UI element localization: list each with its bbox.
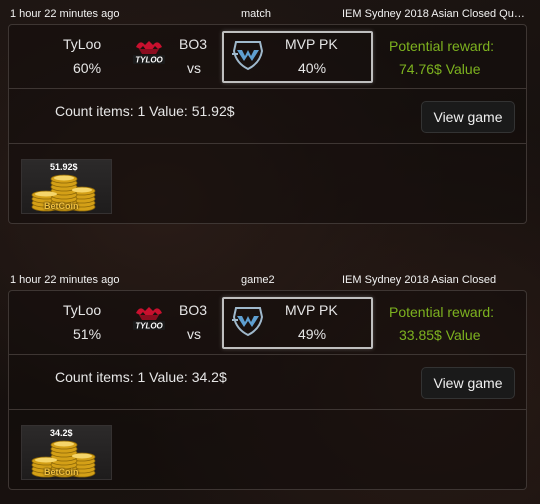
bet-meta: 1 hour 22 minutes ago game2 IEM Sydney 2…: [0, 266, 540, 290]
items-row: 34.2$ BetCoin: [9, 411, 526, 489]
tyloo-logo-icon: TYLOO: [133, 307, 165, 331]
team-b-name: MVP PK: [285, 36, 338, 52]
mvp-pk-logo-icon: [232, 307, 264, 337]
vs-label: vs: [187, 60, 201, 76]
team-b-percent: 49%: [298, 326, 327, 342]
team-a-name: TyLoo: [63, 36, 102, 52]
event-name: IEM Sydney 2018 Asian Closed Qualifier: [342, 8, 528, 20]
team-b-percent: 40%: [298, 60, 327, 76]
items-summary: Count items: 1 Value: 51.92$: [55, 103, 235, 119]
team-a-percent: 51%: [73, 326, 102, 342]
vs-label: vs: [187, 326, 201, 342]
bet-type: game2: [241, 274, 275, 286]
item-price: 51.92$: [50, 162, 78, 172]
match-format: BO3: [179, 36, 208, 52]
team-b-selected: MVP PK 40%: [222, 31, 373, 83]
bet-entry: 1 hour 22 minutes ago game2 IEM Sydney 2…: [0, 266, 540, 490]
potential-reward-label: Potential reward:: [389, 38, 495, 54]
svg-text:TYLOO: TYLOO: [135, 56, 163, 65]
item-tile[interactable]: 51.92$ BetCoin: [21, 159, 112, 214]
bet-card: TyLoo 51% TYLOO BO3 vs MVP PK 49% Potent…: [8, 290, 527, 490]
items-row: 51.92$ BetCoin: [9, 145, 526, 223]
team-b-name: MVP PK: [285, 302, 338, 318]
summary-row: Count items: 1 Value: 51.92$ View game: [9, 90, 526, 144]
view-game-button[interactable]: View game: [421, 101, 515, 133]
item-tile[interactable]: 34.2$ BetCoin: [21, 425, 112, 480]
mvp-pk-logo-icon: [232, 41, 264, 71]
bet-entry: 1 hour 22 minutes ago match IEM Sydney 2…: [0, 0, 540, 224]
potential-reward-value: 74.76$ Value: [399, 61, 481, 77]
svg-text:TYLOO: TYLOO: [135, 322, 163, 331]
bet-meta: 1 hour 22 minutes ago match IEM Sydney 2…: [0, 0, 540, 24]
team-b-selected: MVP PK 49%: [222, 297, 373, 349]
bet-time: 1 hour 22 minutes ago: [10, 274, 120, 286]
summary-row: Count items: 1 Value: 34.2$ View game: [9, 356, 526, 410]
bet-card: TyLoo 60% TYLOO BO3 vs MVP PK 40% Potent…: [8, 24, 527, 224]
bet-type: match: [241, 8, 271, 20]
item-name: BetCoin: [44, 201, 79, 211]
item-name: BetCoin: [44, 467, 79, 477]
team-a-percent: 60%: [73, 60, 102, 76]
potential-reward-label: Potential reward:: [389, 304, 495, 320]
tyloo-logo-icon: TYLOO: [133, 41, 165, 65]
potential-reward-value: 33.85$ Value: [399, 327, 481, 343]
match-row: TyLoo 60% TYLOO BO3 vs MVP PK 40% Potent…: [9, 25, 526, 89]
bet-history-page: 1 hour 22 minutes ago match IEM Sydney 2…: [0, 0, 540, 504]
event-name: IEM Sydney 2018 Asian Closed: [342, 274, 497, 286]
bet-time: 1 hour 22 minutes ago: [10, 8, 120, 20]
match-format: BO3: [179, 302, 208, 318]
team-a-name: TyLoo: [63, 302, 102, 318]
item-price: 34.2$: [50, 428, 73, 438]
view-game-button[interactable]: View game: [421, 367, 515, 399]
match-row: TyLoo 51% TYLOO BO3 vs MVP PK 49% Potent…: [9, 291, 526, 355]
items-summary: Count items: 1 Value: 34.2$: [55, 369, 227, 385]
